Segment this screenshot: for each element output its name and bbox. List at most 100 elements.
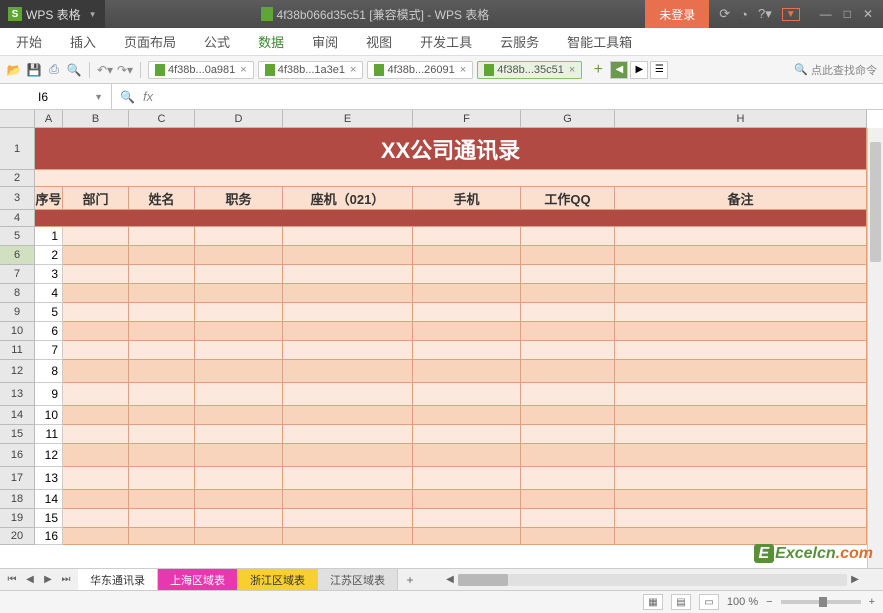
data-cell[interactable] (63, 341, 129, 360)
skin-icon[interactable]: ◔ (740, 7, 748, 22)
chevron-down-icon[interactable]: ▼ (94, 92, 103, 102)
sheet-first-button[interactable]: ⏮ (4, 572, 20, 588)
data-cell[interactable] (283, 265, 413, 284)
data-cell[interactable] (63, 528, 129, 545)
row-header[interactable]: 6 (0, 246, 35, 265)
data-cell[interactable] (129, 490, 195, 509)
save-icon[interactable]: 💾 (26, 62, 42, 78)
document-tab[interactable]: 4f38b...35c51× (477, 61, 582, 79)
data-cell[interactable] (521, 490, 615, 509)
data-cell[interactable] (283, 425, 413, 444)
column-header[interactable]: H (615, 110, 867, 128)
menu-item[interactable]: 审阅 (304, 28, 346, 55)
data-cell[interactable] (195, 406, 283, 425)
data-cell[interactable] (521, 444, 615, 467)
zoom-in-button[interactable]: + (869, 596, 875, 608)
undo-icon[interactable]: ↶▾ (97, 62, 113, 78)
data-cell[interactable] (615, 383, 867, 406)
data-cell[interactable] (413, 303, 521, 322)
data-cell[interactable] (283, 303, 413, 322)
data-cell[interactable]: 15 (35, 509, 63, 528)
row-header[interactable]: 15 (0, 425, 35, 444)
data-cell[interactable] (521, 227, 615, 246)
document-tab[interactable]: 4f38b...0a981× (148, 61, 254, 79)
data-cell[interactable]: 12 (35, 444, 63, 467)
menu-item[interactable]: 公式 (196, 28, 238, 55)
row-header[interactable]: 11 (0, 341, 35, 360)
data-cell[interactable] (195, 227, 283, 246)
data-cell[interactable] (283, 341, 413, 360)
row-header[interactable]: 19 (0, 509, 35, 528)
data-cell[interactable] (615, 467, 867, 490)
data-cell[interactable] (521, 246, 615, 265)
data-cell[interactable] (63, 303, 129, 322)
data-cell[interactable] (615, 227, 867, 246)
minimize-icon[interactable]: — (820, 7, 832, 21)
view-normal-button[interactable]: ▦ (643, 594, 663, 610)
print-preview-icon[interactable]: 🔍 (66, 62, 82, 78)
row-header[interactable]: 2 (0, 170, 35, 187)
close-tab-icon[interactable]: × (350, 64, 356, 76)
name-box[interactable]: ▼ (0, 84, 112, 109)
sheet-tab[interactable]: 江苏区域表 (318, 569, 398, 590)
row-header[interactable]: 14 (0, 406, 35, 425)
data-cell[interactable]: 8 (35, 360, 63, 383)
data-cell[interactable] (283, 444, 413, 467)
data-cell[interactable] (195, 425, 283, 444)
data-cell[interactable]: 5 (35, 303, 63, 322)
data-cell[interactable] (129, 509, 195, 528)
data-cell[interactable]: 2 (35, 246, 63, 265)
data-cell[interactable] (195, 284, 283, 303)
row-header[interactable]: 1 (0, 128, 35, 170)
column-header[interactable]: G (521, 110, 615, 128)
row-header[interactable]: 18 (0, 490, 35, 509)
maximize-icon[interactable]: □ (844, 7, 851, 21)
data-cell[interactable] (129, 444, 195, 467)
data-cell[interactable] (283, 528, 413, 545)
data-cell[interactable] (283, 360, 413, 383)
header-cell[interactable]: 工作QQ (521, 187, 615, 210)
data-cell[interactable] (63, 227, 129, 246)
close-tab-icon[interactable]: × (460, 64, 466, 76)
merged-cell[interactable] (35, 210, 867, 227)
close-tab-icon[interactable]: × (569, 64, 575, 76)
data-cell[interactable] (521, 322, 615, 341)
row-header[interactable]: 20 (0, 528, 35, 545)
data-cell[interactable] (63, 284, 129, 303)
data-cell[interactable] (63, 246, 129, 265)
data-cell[interactable] (413, 444, 521, 467)
data-cell[interactable]: 7 (35, 341, 63, 360)
data-cell[interactable]: 13 (35, 467, 63, 490)
data-cell[interactable] (129, 227, 195, 246)
data-cell[interactable] (413, 360, 521, 383)
download-icon[interactable]: ▼ (782, 8, 800, 21)
data-cell[interactable] (63, 265, 129, 284)
menu-item[interactable]: 智能工具箱 (559, 28, 640, 55)
data-cell[interactable] (615, 284, 867, 303)
data-cell[interactable]: 9 (35, 383, 63, 406)
data-cell[interactable] (413, 490, 521, 509)
data-cell[interactable] (283, 509, 413, 528)
help-icon[interactable]: ?▾ (758, 6, 772, 22)
data-cell[interactable] (195, 528, 283, 545)
sync-icon[interactable]: ⟳ (719, 6, 730, 22)
data-cell[interactable]: 11 (35, 425, 63, 444)
data-cell[interactable] (63, 490, 129, 509)
zoom-out-button[interactable]: − (766, 596, 772, 608)
data-cell[interactable] (521, 383, 615, 406)
hscroll-right-button[interactable]: ▶ (847, 572, 863, 588)
sheet-title-cell[interactable]: XX公司通讯录 (35, 128, 867, 170)
data-cell[interactable]: 14 (35, 490, 63, 509)
data-cell[interactable] (283, 467, 413, 490)
data-cell[interactable]: 4 (35, 284, 63, 303)
data-cell[interactable] (413, 341, 521, 360)
data-cell[interactable] (63, 406, 129, 425)
data-cell[interactable] (283, 383, 413, 406)
sheet-tab[interactable]: 浙江区域表 (238, 569, 318, 590)
data-cell[interactable] (195, 383, 283, 406)
data-cell[interactable] (195, 341, 283, 360)
menu-item[interactable]: 开发工具 (412, 28, 480, 55)
row-header[interactable]: 3 (0, 187, 35, 210)
data-cell[interactable] (283, 227, 413, 246)
data-cell[interactable] (129, 406, 195, 425)
